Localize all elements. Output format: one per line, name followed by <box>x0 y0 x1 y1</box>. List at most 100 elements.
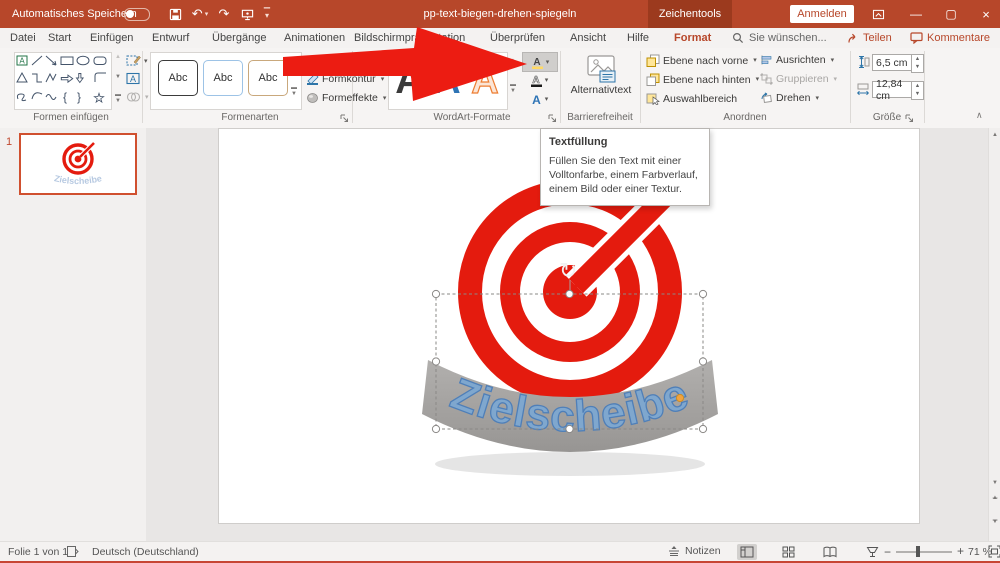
selection-pane-button[interactable]: Auswahlbereich <box>646 92 737 105</box>
wordart-dialog-launcher[interactable] <box>548 114 557 123</box>
tab-uebergaenge[interactable]: Übergänge <box>210 28 268 48</box>
shape-styles-dialog-launcher[interactable] <box>340 114 349 123</box>
wordart-style-blue[interactable]: A <box>433 60 460 102</box>
vertical-scrollbar[interactable]: ▲ ▼ ▲▔ ▁▼ <box>988 128 1000 541</box>
language-indicator[interactable]: Deutsch (Deutschland) <box>92 546 199 558</box>
handle-top-left[interactable] <box>432 290 439 297</box>
wordart-gallery-up-button[interactable]: ▲ <box>507 58 519 64</box>
handle-top-center[interactable] <box>566 290 573 297</box>
slideshow-view-button[interactable] <box>862 544 882 560</box>
shape-width-stepper[interactable]: ▲▼ <box>911 81 924 100</box>
handle-top-right[interactable] <box>699 290 706 297</box>
shape-outline-button[interactable]: Formkontur▾ <box>306 73 384 85</box>
context-tab-zeichentools[interactable]: Zeichentools <box>648 0 732 28</box>
tab-format[interactable]: Format <box>672 28 713 50</box>
share-button[interactable]: Teilen <box>845 28 894 48</box>
group-divider <box>924 51 925 123</box>
powerpoint-window: Automatisches Speichern ↶▾ ↷ ▔▾ pp-text-… <box>0 0 1000 563</box>
wordart-style-orange[interactable]: A <box>471 60 498 102</box>
align-button[interactable]: Ausrichten▾ <box>760 54 834 66</box>
maximize-button[interactable]: ▢ <box>940 0 962 28</box>
shapes-gallery-more-button[interactable]: ▬▼ <box>112 92 124 104</box>
text-effects-button[interactable]: A ▾ <box>522 90 556 108</box>
svg-text:A: A <box>19 57 25 66</box>
merge-shapes-button[interactable]: ▾ <box>126 91 141 103</box>
comments-button[interactable]: Kommentare <box>908 28 992 48</box>
shape-width-input[interactable]: 12,84 cm <box>872 81 916 98</box>
handle-mid-right[interactable] <box>699 358 706 365</box>
zoom-in-button[interactable]: + <box>957 544 964 558</box>
bring-forward-button[interactable]: Ebene nach vorne▾ <box>646 54 757 67</box>
alt-text-button[interactable]: Alternativtext <box>566 52 636 112</box>
start-presentation-button[interactable] <box>238 0 256 28</box>
tab-animationen[interactable]: Animationen <box>282 28 347 48</box>
close-button[interactable]: × <box>975 0 997 28</box>
slide-thumbnail[interactable]: Zielscheibe <box>19 133 137 195</box>
shapes-gallery-down-button[interactable]: ▼ <box>112 74 124 80</box>
slide-sorter-view-button[interactable] <box>778 544 798 560</box>
text-outline-button[interactable]: A ▾ <box>522 71 556 89</box>
wordart-gallery-more-button[interactable]: ▬▼ <box>507 82 519 94</box>
shapes-gallery[interactable]: A { } ★ <box>14 52 112 110</box>
shape-styles-up-button[interactable]: ▲ <box>288 65 300 71</box>
handle-bottom-left[interactable] <box>432 425 439 432</box>
collapse-ribbon-button[interactable]: ∧ <box>976 110 983 121</box>
shape-height-stepper[interactable]: ▲▼ <box>911 54 924 73</box>
svg-text:A: A <box>130 74 136 84</box>
text-fill-button[interactable]: A ▾ <box>522 52 558 72</box>
reading-view-button[interactable] <box>820 544 840 560</box>
text-box-button[interactable]: A <box>126 72 140 85</box>
zoom-slider-track[interactable] <box>896 551 952 553</box>
wordart-styles-gallery[interactable]: A A A <box>388 52 508 110</box>
sign-in-button[interactable]: Anmelden <box>790 5 854 23</box>
scroll-up-button[interactable]: ▲ <box>989 132 1000 138</box>
send-backward-button[interactable]: Ebene nach hinten▾ <box>646 73 759 86</box>
accessibility-checker-button[interactable] <box>66 545 79 558</box>
adjust-handle[interactable] <box>676 394 683 401</box>
redo-button[interactable]: ↷ <box>216 0 232 28</box>
tell-me-search[interactable]: Sie wünschen... <box>730 28 829 48</box>
shape-style-black[interactable]: Abc <box>158 60 198 96</box>
edit-shape-button[interactable]: ▾ <box>126 54 141 67</box>
shape-effects-button[interactable]: Formeffekte▾ <box>306 92 386 104</box>
zoom-out-button[interactable]: − <box>884 545 891 559</box>
autosave-toggle[interactable] <box>124 8 150 21</box>
handle-mid-left[interactable] <box>432 358 439 365</box>
normal-view-button[interactable] <box>737 544 757 560</box>
shape-fill-button[interactable]: Formfüllung▾ <box>306 54 386 66</box>
qat-customize-button[interactable]: ▔▾ <box>260 0 274 28</box>
tab-hilfe[interactable]: Hilfe <box>625 28 651 48</box>
minimize-button[interactable]: — <box>905 0 927 28</box>
ribbon-display-options-button[interactable] <box>868 0 888 28</box>
save-button[interactable] <box>166 0 184 28</box>
tab-start[interactable]: Start <box>46 28 73 48</box>
tab-datei[interactable]: Datei <box>8 28 38 48</box>
rotate-handle-icon[interactable]: ↻ <box>559 258 577 283</box>
next-slide-button[interactable]: ▁▼ <box>989 516 1000 524</box>
handle-bottom-center[interactable] <box>566 425 573 432</box>
notes-toggle-button[interactable]: Notizen <box>668 545 721 557</box>
svg-text:Zielscheibe: Zielscheibe <box>53 173 102 186</box>
fit-to-window-button[interactable] <box>988 545 1000 558</box>
zoom-slider-thumb[interactable] <box>916 546 920 557</box>
previous-slide-button[interactable]: ▲▔ <box>989 496 1000 504</box>
tab-ueberpruefen[interactable]: Überprüfen <box>488 28 547 48</box>
size-dialog-launcher[interactable] <box>905 114 914 123</box>
shapes-gallery-up-button[interactable]: ▲ <box>112 54 124 60</box>
tab-ansicht[interactable]: Ansicht <box>568 28 608 48</box>
undo-button[interactable]: ↶▾ <box>188 0 212 28</box>
wordart-style-black[interactable]: A <box>395 60 422 102</box>
tab-entwurf[interactable]: Entwurf <box>150 28 191 48</box>
svg-text:A: A <box>532 93 541 106</box>
scroll-down-button[interactable]: ▼ <box>989 480 1000 486</box>
wordart-banner[interactable]: Zielscheibe <box>422 360 718 452</box>
tab-einfuegen[interactable]: Einfügen <box>88 28 135 48</box>
shape-height-input[interactable]: 6,5 cm <box>872 54 916 71</box>
shape-style-blue[interactable]: Abc <box>203 60 243 96</box>
shape-effects-icon <box>306 92 319 104</box>
shape-style-tan[interactable]: Abc <box>248 60 288 96</box>
tab-bildschirmpraesentation[interactable]: Bildschirmpräsentation <box>352 28 467 48</box>
handle-bottom-right[interactable] <box>699 425 706 432</box>
shape-styles-more-button[interactable]: ▬▼ <box>288 85 300 97</box>
rotate-button[interactable]: Drehen▾ <box>760 92 819 104</box>
